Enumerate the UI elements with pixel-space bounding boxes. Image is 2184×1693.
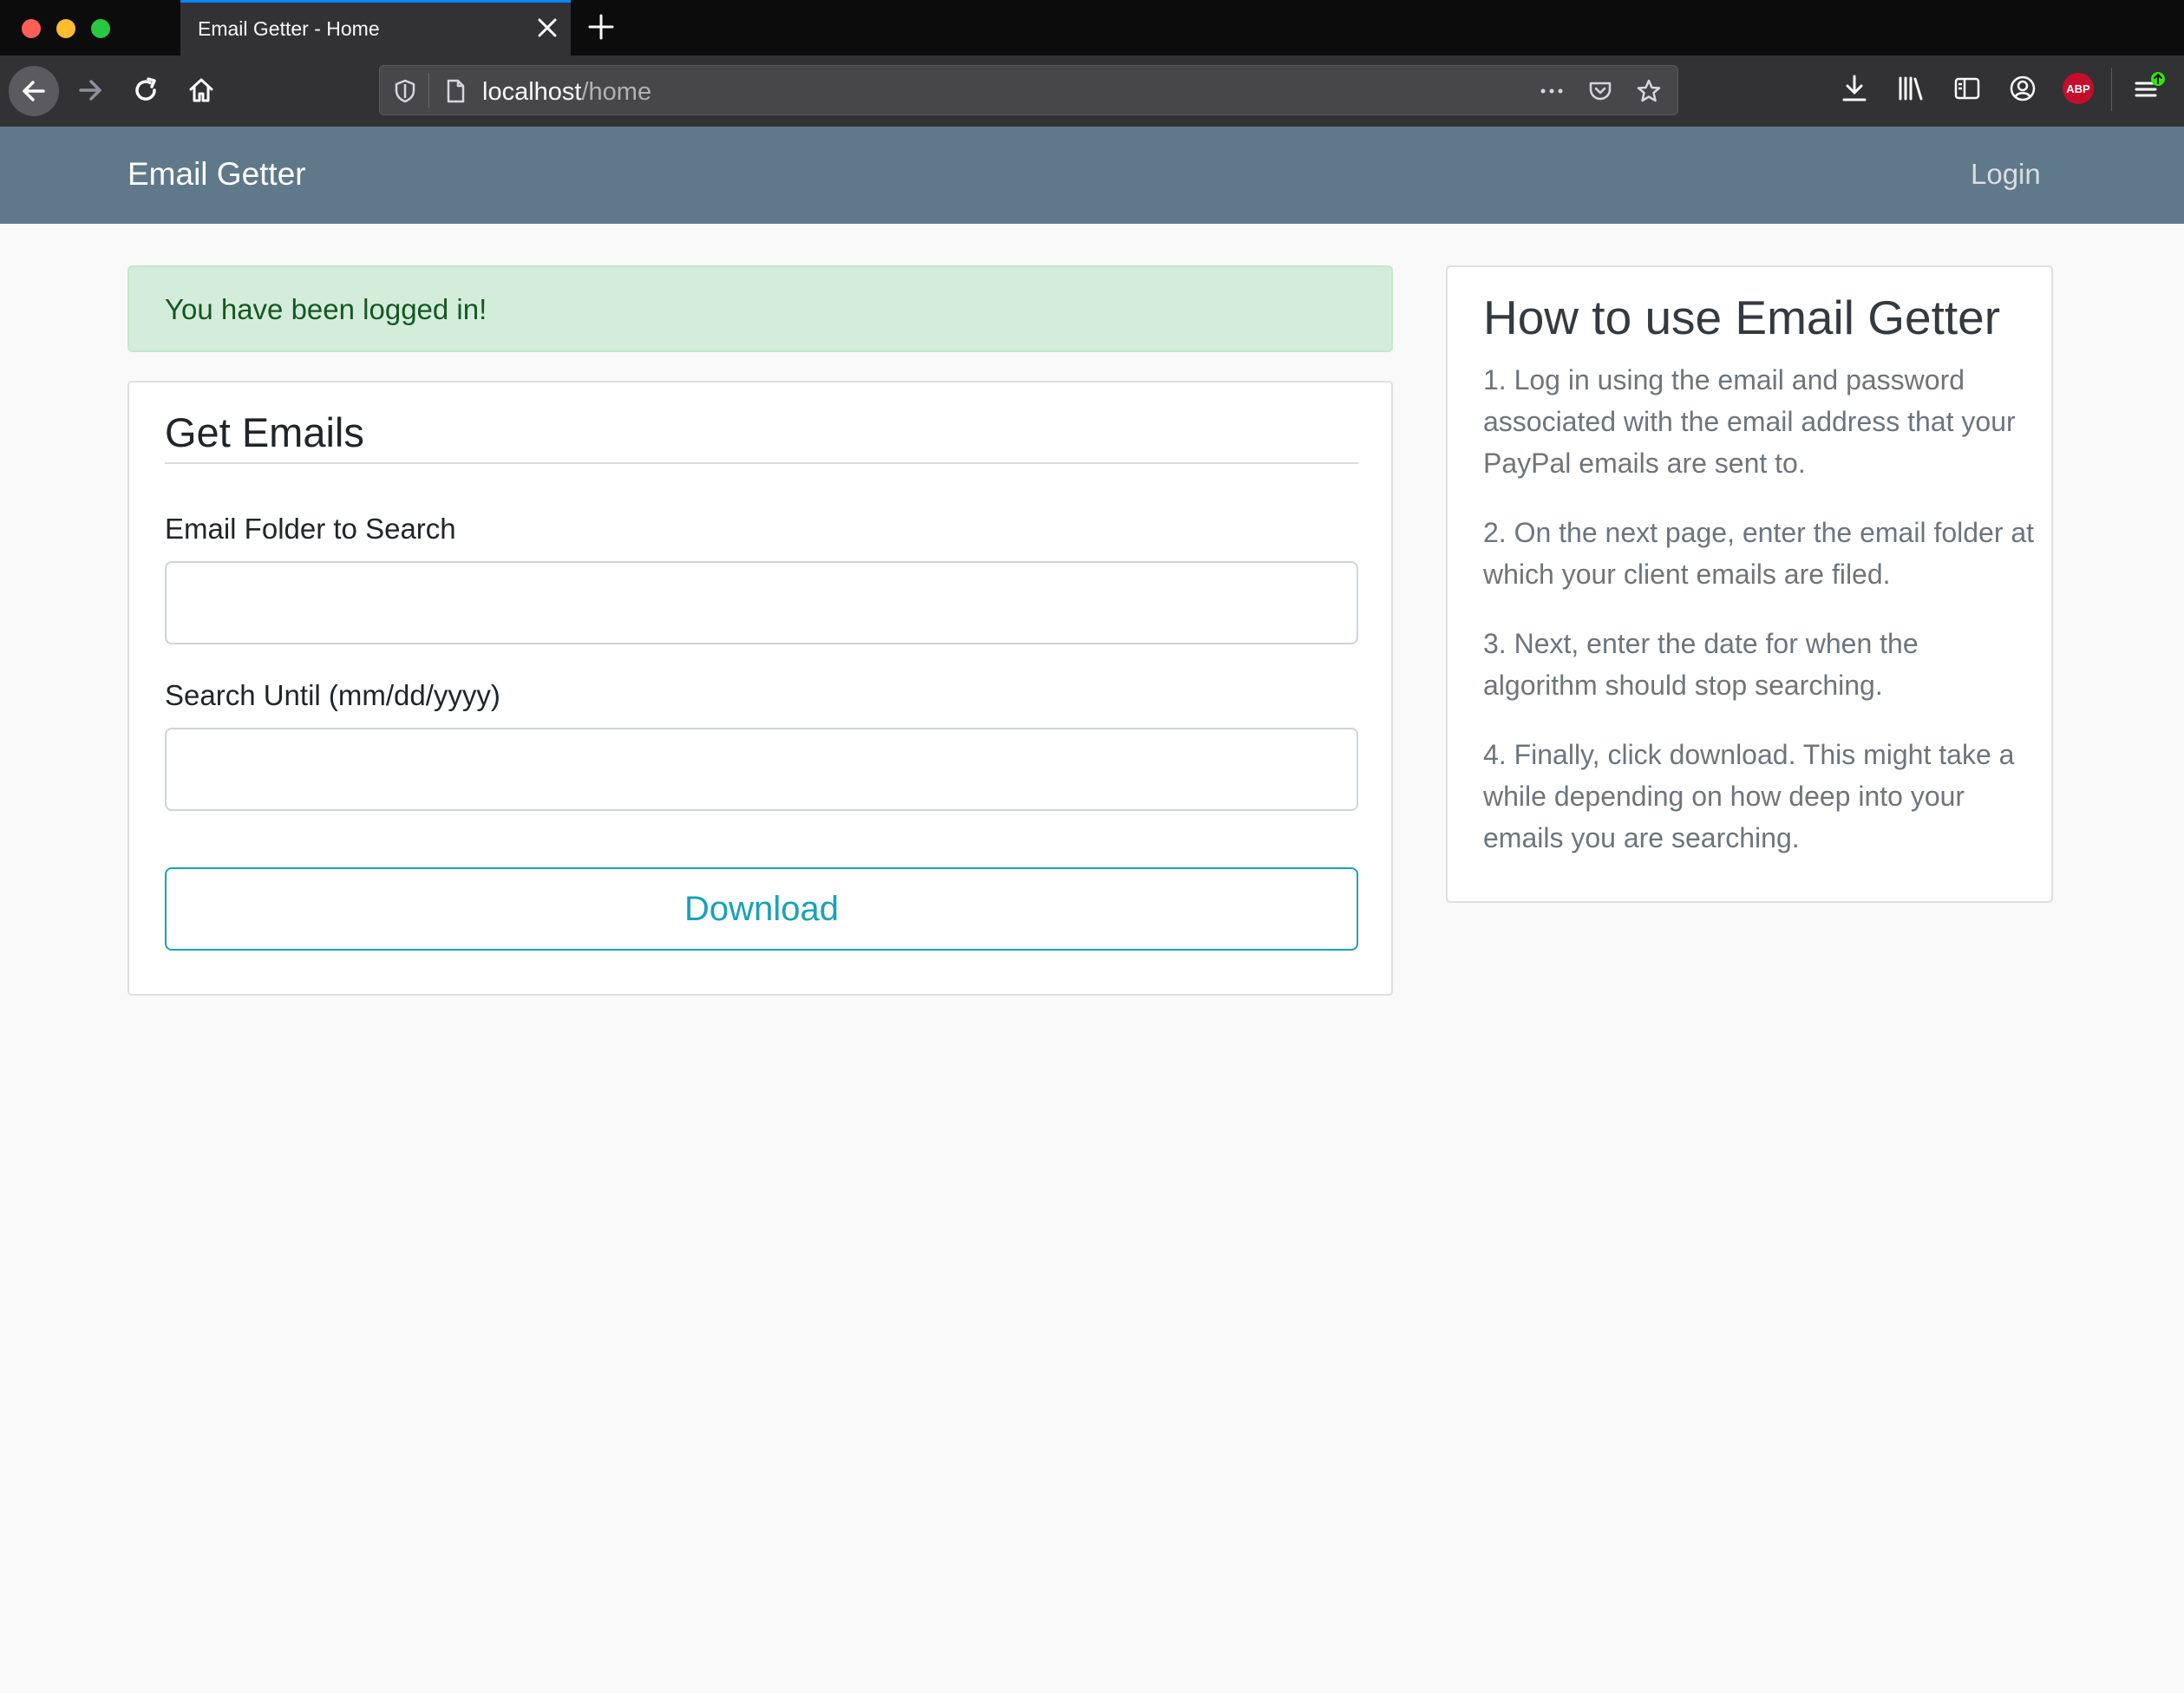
page-icon[interactable] [442,78,468,104]
sidebar-icon [1954,77,1980,100]
home-icon [189,78,213,102]
browser-tab-bar: Email Getter - Home [0,0,2184,56]
alert-message: You have been logged in! [165,293,487,325]
site-navbar: Email Getter Login [0,127,2184,224]
help-title: How to use Email Getter [1483,291,2001,344]
help-steps: 1. Log in using the email and password a… [1483,359,2038,886]
help-step: 3. Next, enter the date for when the alg… [1483,628,1919,701]
library-icon [1899,76,1923,101]
adblock-extension-button[interactable]: ABP [2061,71,2096,106]
folder-label: Email Folder to Search [165,513,456,545]
shield-icon[interactable] [392,78,418,104]
help-step: 1. Log in using the email and password a… [1483,364,2016,479]
account-button[interactable] [2005,71,2040,106]
url-bar[interactable]: localhost/home [379,65,1678,115]
tab-title: Email Getter - Home [198,17,380,40]
folder-input[interactable] [165,561,1358,644]
forward-button[interactable] [68,68,113,113]
hamburger-menu-icon [2135,72,2165,97]
login-link[interactable]: Login [1971,158,2041,191]
menu-button[interactable] [2132,71,2167,106]
form-title: Get Emails [165,409,364,455]
library-button[interactable] [1894,71,1929,106]
adblock-icon: ABP [2063,73,2094,104]
plus-icon[interactable] [586,12,616,42]
download-icon [1842,75,1867,101]
browser-toolbar: localhost/home ABP [0,56,2184,127]
download-button[interactable]: Download [165,867,1358,951]
date-input[interactable] [165,728,1358,811]
window-zoom-button[interactable] [91,19,110,38]
site-brand[interactable]: Email Getter [128,156,306,193]
browser-tab-active[interactable]: Email Getter - Home [180,0,571,56]
downloads-button[interactable] [1837,71,1872,106]
reload-icon [135,77,156,101]
more-icon[interactable] [1539,78,1565,104]
close-icon[interactable] [536,16,559,39]
url-text[interactable]: localhost/home [482,78,651,107]
arrow-right-icon [79,80,101,101]
pocket-icon[interactable] [1587,78,1613,104]
help-step: 2. On the next page, enter the email fol… [1483,517,2035,590]
success-alert: You have been logged in! [128,265,1393,352]
divider [165,462,1358,464]
home-button[interactable] [179,68,224,113]
date-label: Search Until (mm/dd/yyyy) [165,679,500,711]
get-emails-card: Get Emails Email Folder to Search Search… [128,381,1393,996]
window-close-button[interactable] [22,19,41,38]
window-minimize-button[interactable] [56,19,75,38]
sidebar-button[interactable] [1950,71,1985,106]
star-icon[interactable] [1636,78,1662,104]
back-button[interactable] [9,66,59,116]
help-card: How to use Email Getter 1. Log in using … [1446,265,2053,903]
account-icon [2010,75,2036,101]
help-step: 4. Finally, click download. This might t… [1483,739,2015,853]
arrow-left-icon [23,81,45,101]
reload-button[interactable] [123,68,168,113]
